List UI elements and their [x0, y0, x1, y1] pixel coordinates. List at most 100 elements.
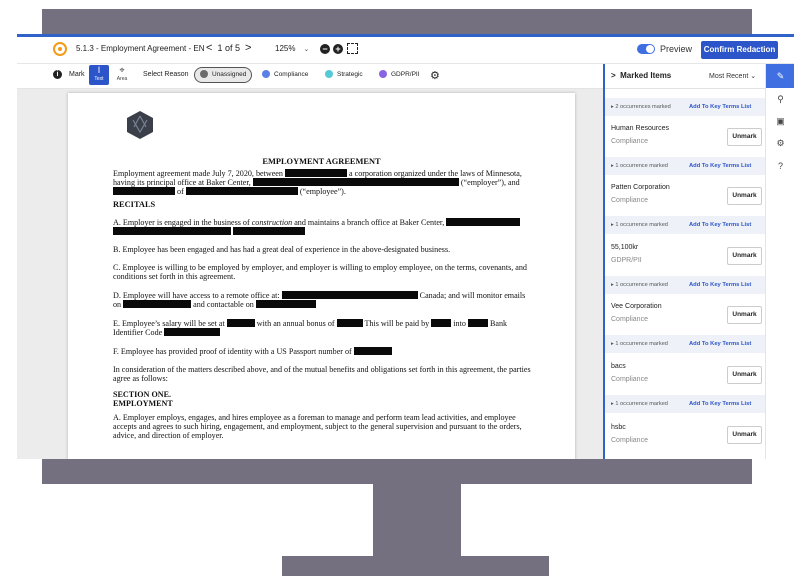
unmark-button[interactable]: Unmark: [727, 247, 762, 265]
occurrence-row: ▸ 1 occurrence marked Add To Key Terms L…: [605, 395, 767, 413]
chevron-down-icon: ⌄: [303, 46, 310, 53]
recital-d: D. Employee will have access to a remote…: [113, 291, 531, 309]
occurrence-count[interactable]: ▸ 1 occurrence marked: [611, 401, 668, 407]
recital-c: C. Employee is willing to be employed by…: [113, 263, 527, 282]
add-key-term-link[interactable]: Add To Key Terms List: [689, 341, 751, 347]
item-name: Vee Corporation: [611, 303, 662, 310]
redaction-box[interactable]: [281, 291, 418, 299]
reason-dot-icon: [262, 70, 270, 79]
occurrence-count[interactable]: ▸ 1 occurrence marked: [611, 222, 668, 228]
zoom-in-button[interactable]: +: [333, 44, 343, 54]
item-category: Compliance: [611, 197, 648, 204]
recitals-heading: RECITALS: [113, 200, 156, 209]
info-icon[interactable]: i: [53, 70, 62, 79]
intro-paragraph: Employment agreement made July 7, 2020, …: [113, 169, 531, 197]
recital-f: F. Employee has provided proof of identi…: [113, 347, 531, 356]
redaction-box[interactable]: [353, 347, 392, 355]
reason-chip-unassigned[interactable]: Unassigned: [194, 67, 253, 83]
redaction-box[interactable]: [123, 300, 192, 309]
panel-title[interactable]: > Marked Items: [611, 71, 671, 80]
unmark-button[interactable]: Unmark: [727, 426, 762, 444]
reason-chip-compliance[interactable]: Compliance: [262, 68, 308, 82]
occurrence-text: 1 occurrence marked: [615, 401, 668, 407]
redaction-box[interactable]: [113, 187, 175, 196]
occurrence-text: 1 occurrence marked: [615, 222, 668, 228]
add-key-term-link[interactable]: Add To Key Terms List: [689, 282, 751, 288]
page-navigator: < 1 of 5 >: [206, 42, 251, 54]
redaction-box[interactable]: [431, 319, 452, 327]
select-reason-label: Select Reason: [143, 71, 189, 78]
redaction-box[interactable]: [467, 319, 488, 327]
doc-text: and contactable on: [193, 300, 254, 310]
occurrence-text: 2 occurrences marked: [615, 104, 671, 110]
area-mark-tool-button[interactable]: ⌖ Area: [112, 65, 132, 85]
redaction-box[interactable]: [255, 300, 316, 309]
doc-text: Employment agreement made July 7, 2020, …: [113, 169, 283, 178]
redaction-box[interactable]: [164, 328, 221, 337]
reason-dot-icon: [325, 70, 333, 79]
document-page: EMPLOYMENT AGREEMENT Employment agreemen…: [68, 93, 575, 459]
doc-text: A. Employer is engaged in the business o…: [113, 218, 250, 227]
prev-page-button[interactable]: <: [206, 42, 212, 54]
reason-settings-gear-icon[interactable]: ⚙: [430, 69, 440, 82]
item-category: Compliance: [611, 138, 648, 145]
section-a-paragraph: A. Employer employs, engages, and hires …: [113, 413, 522, 441]
document-heading: EMPLOYMENT AGREEMENT: [262, 157, 381, 166]
doc-text-italic: construction: [251, 218, 293, 227]
monitor-bezel-bottom: [42, 459, 752, 484]
occurrence-count[interactable]: ▸ 1 occurrence marked: [611, 163, 668, 169]
reason-chip-strategic[interactable]: Strategic: [325, 68, 363, 82]
occurrence-count[interactable]: ▸ 1 occurrence marked: [611, 341, 668, 347]
preview-label: Preview: [660, 44, 693, 54]
search-icon[interactable]: ⚲: [766, 94, 794, 105]
next-page-button[interactable]: >: [245, 42, 251, 54]
redaction-box[interactable]: [233, 227, 306, 236]
document-viewer: EMPLOYMENT AGREEMENT Employment agreemen…: [17, 89, 603, 459]
fit-page-icon[interactable]: [347, 43, 358, 54]
reason-chip-gdpr-pii[interactable]: GDPR/PII: [379, 68, 420, 82]
marker-icon[interactable]: ✎: [766, 64, 794, 88]
reason-label: GDPR/PII: [391, 71, 420, 78]
redaction-box[interactable]: [252, 178, 459, 187]
unmark-button[interactable]: Unmark: [727, 187, 762, 205]
unmark-button[interactable]: Unmark: [727, 366, 762, 384]
preview-toggle[interactable]: [637, 44, 655, 54]
sort-select[interactable]: Most Recent ⌄: [709, 72, 756, 80]
help-icon[interactable]: ?: [766, 161, 794, 171]
add-key-term-link[interactable]: Add To Key Terms List: [689, 163, 751, 169]
company-logo-icon: [127, 111, 153, 139]
add-key-term-link[interactable]: Add To Key Terms List: [689, 401, 751, 407]
item-category: GDPR/PII: [611, 257, 642, 264]
gear-icon[interactable]: ⚙: [766, 138, 794, 149]
right-tool-rail: ✎ ⚲ ▣ ⚙ ?: [765, 64, 794, 459]
consideration-paragraph: In consideration of the matters describe…: [113, 365, 531, 384]
unmark-button[interactable]: Unmark: [727, 128, 762, 146]
occurrence-count[interactable]: ▸ 2 occurrences marked: [611, 104, 671, 110]
document-icon[interactable]: ▣: [766, 116, 794, 127]
occurrence-text: 1 occurrence marked: [615, 163, 668, 169]
text-cursor-icon: I: [97, 65, 101, 75]
current-page-input[interactable]: 1: [217, 43, 222, 53]
occurrence-count[interactable]: ▸ 1 occurrence marked: [611, 282, 668, 288]
zoom-out-button[interactable]: −: [320, 44, 330, 54]
doc-text: E. Employee’s salary will be set at: [113, 319, 225, 328]
redaction-box[interactable]: [336, 319, 363, 327]
add-key-term-link[interactable]: Add To Key Terms List: [689, 222, 751, 228]
area-tool-label: Area: [116, 76, 128, 82]
text-mark-tool-button[interactable]: I Text: [89, 65, 109, 85]
redaction-box[interactable]: [185, 187, 298, 196]
redaction-box[interactable]: [446, 218, 521, 226]
redaction-box[interactable]: [226, 319, 255, 327]
redaction-box[interactable]: [284, 169, 347, 177]
monitor-bezel-top: [42, 9, 752, 34]
confirm-redaction-button[interactable]: Confirm Redaction: [701, 41, 778, 59]
panel-header: > Marked Items Most Recent ⌄: [605, 64, 767, 89]
monitor-stand-neck: [373, 484, 461, 556]
unmark-button[interactable]: Unmark: [727, 306, 762, 324]
zoom-select[interactable]: 125% ⌄: [275, 44, 309, 53]
item-name: Human Resources: [611, 125, 669, 132]
reason-dot-icon: [379, 70, 387, 79]
page-count: of 5: [224, 43, 240, 53]
redaction-box[interactable]: [113, 227, 231, 236]
add-key-term-link[interactable]: Add To Key Terms List: [689, 104, 751, 110]
